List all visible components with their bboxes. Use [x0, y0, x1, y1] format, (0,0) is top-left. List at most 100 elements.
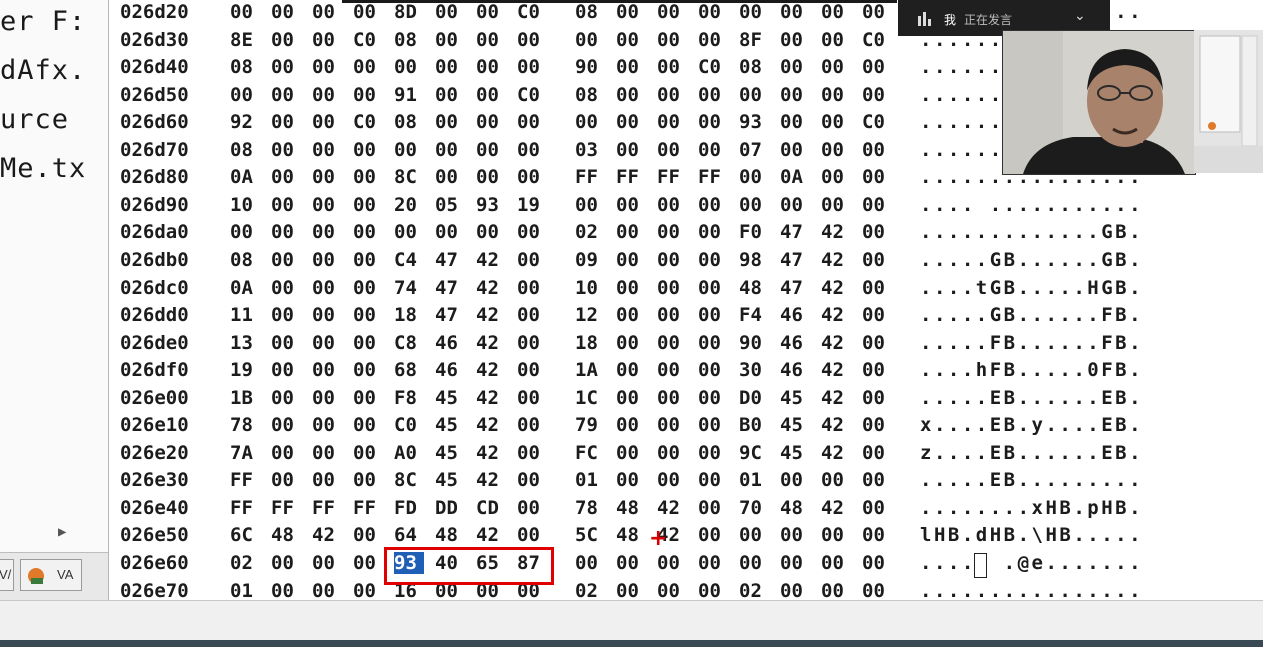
hex-byte[interactable]: 8F	[739, 29, 769, 51]
hex-byte[interactable]: 42	[821, 359, 851, 381]
hex-byte[interactable]: FF	[575, 166, 605, 188]
hex-byte[interactable]: 08	[230, 139, 260, 161]
hex-byte[interactable]: 00	[435, 221, 465, 243]
hex-byte[interactable]: 00	[517, 249, 547, 271]
hex-byte[interactable]: 00	[780, 552, 810, 574]
hex-byte[interactable]: 00	[353, 524, 383, 546]
hex-byte[interactable]: FF	[616, 166, 646, 188]
hex-byte[interactable]: 00	[435, 84, 465, 106]
hex-byte[interactable]: 00	[271, 249, 301, 271]
hex-byte[interactable]: 00	[271, 166, 301, 188]
hex-byte[interactable]: 00	[739, 552, 769, 574]
hex-byte[interactable]: DD	[435, 497, 465, 519]
hex-byte[interactable]: 45	[435, 469, 465, 491]
hex-byte[interactable]: 45	[435, 442, 465, 464]
hex-byte[interactable]: 00	[739, 84, 769, 106]
hex-byte[interactable]: 00	[517, 414, 547, 436]
hex-byte[interactable]: 00	[657, 387, 687, 409]
ascii-column[interactable]: .............GB.	[920, 221, 1143, 243]
hex-row[interactable]: 026e20 7A 00 00 00 A0 45 42 00 FC 00 00 00 9C 45 42 00 z.…	[110, 442, 1263, 466]
hex-byte[interactable]: 00	[862, 414, 892, 436]
hex-byte[interactable]: 01	[575, 469, 605, 491]
hex-byte[interactable]: 42	[821, 277, 851, 299]
hex-byte[interactable]: FF	[353, 497, 383, 519]
hex-byte[interactable]: 00	[353, 166, 383, 188]
hex-byte[interactable]: 9C	[739, 442, 769, 464]
hex-byte[interactable]: 00	[616, 469, 646, 491]
hex-byte[interactable]: 08	[575, 1, 605, 23]
hex-byte[interactable]: 00	[312, 56, 342, 78]
hex-byte[interactable]: 00	[353, 139, 383, 161]
hex-byte[interactable]: 00	[312, 359, 342, 381]
hex-byte[interactable]: 00	[698, 139, 728, 161]
hex-byte[interactable]: C0	[862, 111, 892, 133]
hex-byte[interactable]: 00	[862, 497, 892, 519]
hex-byte[interactable]: 00	[657, 194, 687, 216]
hex-byte[interactable]: 00	[698, 249, 728, 271]
ascii-column[interactable]: .... ...........	[920, 194, 1143, 216]
hex-byte[interactable]: 00	[698, 221, 728, 243]
hex-byte[interactable]: 00	[698, 359, 728, 381]
hex-byte[interactable]: 09	[575, 249, 605, 271]
hex-byte[interactable]: 0A	[230, 277, 260, 299]
hex-byte[interactable]: 00	[517, 139, 547, 161]
hex-byte[interactable]: A0	[394, 442, 424, 464]
hex-byte[interactable]: 00	[517, 56, 547, 78]
hex-row[interactable]: 026dd0 11 00 00 00 18 47 42 00 12 00 00 00 F4 46 42 00..…	[110, 304, 1263, 328]
hex-byte[interactable]: 00	[657, 332, 687, 354]
hex-byte[interactable]: 42	[821, 387, 851, 409]
hex-byte[interactable]: 00	[575, 111, 605, 133]
hex-byte[interactable]: 00	[312, 332, 342, 354]
hex-byte[interactable]: 00	[271, 139, 301, 161]
hex-byte[interactable]: 42	[821, 497, 851, 519]
hex-byte[interactable]: 00	[271, 194, 301, 216]
hex-byte[interactable]: 48	[739, 277, 769, 299]
hex-byte[interactable]: 20	[394, 194, 424, 216]
hex-byte[interactable]: 00	[616, 194, 646, 216]
hex-byte[interactable]: 00	[780, 84, 810, 106]
hex-byte[interactable]: 00	[862, 277, 892, 299]
hex-row[interactable]: 026e30 FF 00 00 00 8C 45 42 00 01 00 00 00 01 00 00 00..…	[110, 469, 1263, 493]
hex-byte[interactable]: 8C	[394, 469, 424, 491]
hex-byte[interactable]: 00	[312, 1, 342, 23]
hex-byte[interactable]: C0	[517, 1, 547, 23]
hex-byte[interactable]: 00	[230, 1, 260, 23]
hex-byte[interactable]: 00	[312, 221, 342, 243]
hex-byte[interactable]: 00	[353, 194, 383, 216]
hex-byte[interactable]: 00	[312, 414, 342, 436]
hex-byte[interactable]: 00	[517, 497, 547, 519]
hex-byte[interactable]: 00	[698, 304, 728, 326]
hex-byte[interactable]: 00	[616, 552, 646, 574]
hex-byte[interactable]: 00	[271, 111, 301, 133]
hex-byte[interactable]: 48	[616, 524, 646, 546]
hex-byte[interactable]: 00	[821, 1, 851, 23]
hex-byte[interactable]: 19	[517, 194, 547, 216]
hex-byte[interactable]: 47	[780, 221, 810, 243]
hex-byte[interactable]: 00	[271, 359, 301, 381]
panel-tab[interactable]: VA	[20, 559, 82, 591]
hex-byte[interactable]: 00	[821, 580, 851, 600]
hex-byte[interactable]: 00	[271, 332, 301, 354]
hex-byte[interactable]: 00	[517, 111, 547, 133]
hex-byte[interactable]: 45	[435, 414, 465, 436]
hex-byte[interactable]: 42	[821, 221, 851, 243]
hex-byte[interactable]: FF	[698, 166, 728, 188]
hex-byte[interactable]: 00	[739, 166, 769, 188]
hex-byte[interactable]: 42	[476, 277, 506, 299]
hex-byte[interactable]: 42	[476, 524, 506, 546]
hex-byte[interactable]: 00	[698, 332, 728, 354]
hex-byte[interactable]: 00	[353, 1, 383, 23]
hex-byte[interactable]: B0	[739, 414, 769, 436]
hex-byte[interactable]: 00	[657, 580, 687, 600]
hex-byte[interactable]: 00	[862, 359, 892, 381]
hex-byte[interactable]: F0	[739, 221, 769, 243]
hex-byte[interactable]: 00	[435, 111, 465, 133]
hex-byte[interactable]: 00	[616, 359, 646, 381]
hex-byte[interactable]: 00	[271, 29, 301, 51]
hex-byte[interactable]: 10	[230, 194, 260, 216]
hex-byte[interactable]: 00	[862, 139, 892, 161]
hex-byte[interactable]: 48	[271, 524, 301, 546]
hex-byte[interactable]: 00	[821, 56, 851, 78]
hex-byte[interactable]: 47	[435, 304, 465, 326]
hex-byte[interactable]: FD	[394, 497, 424, 519]
